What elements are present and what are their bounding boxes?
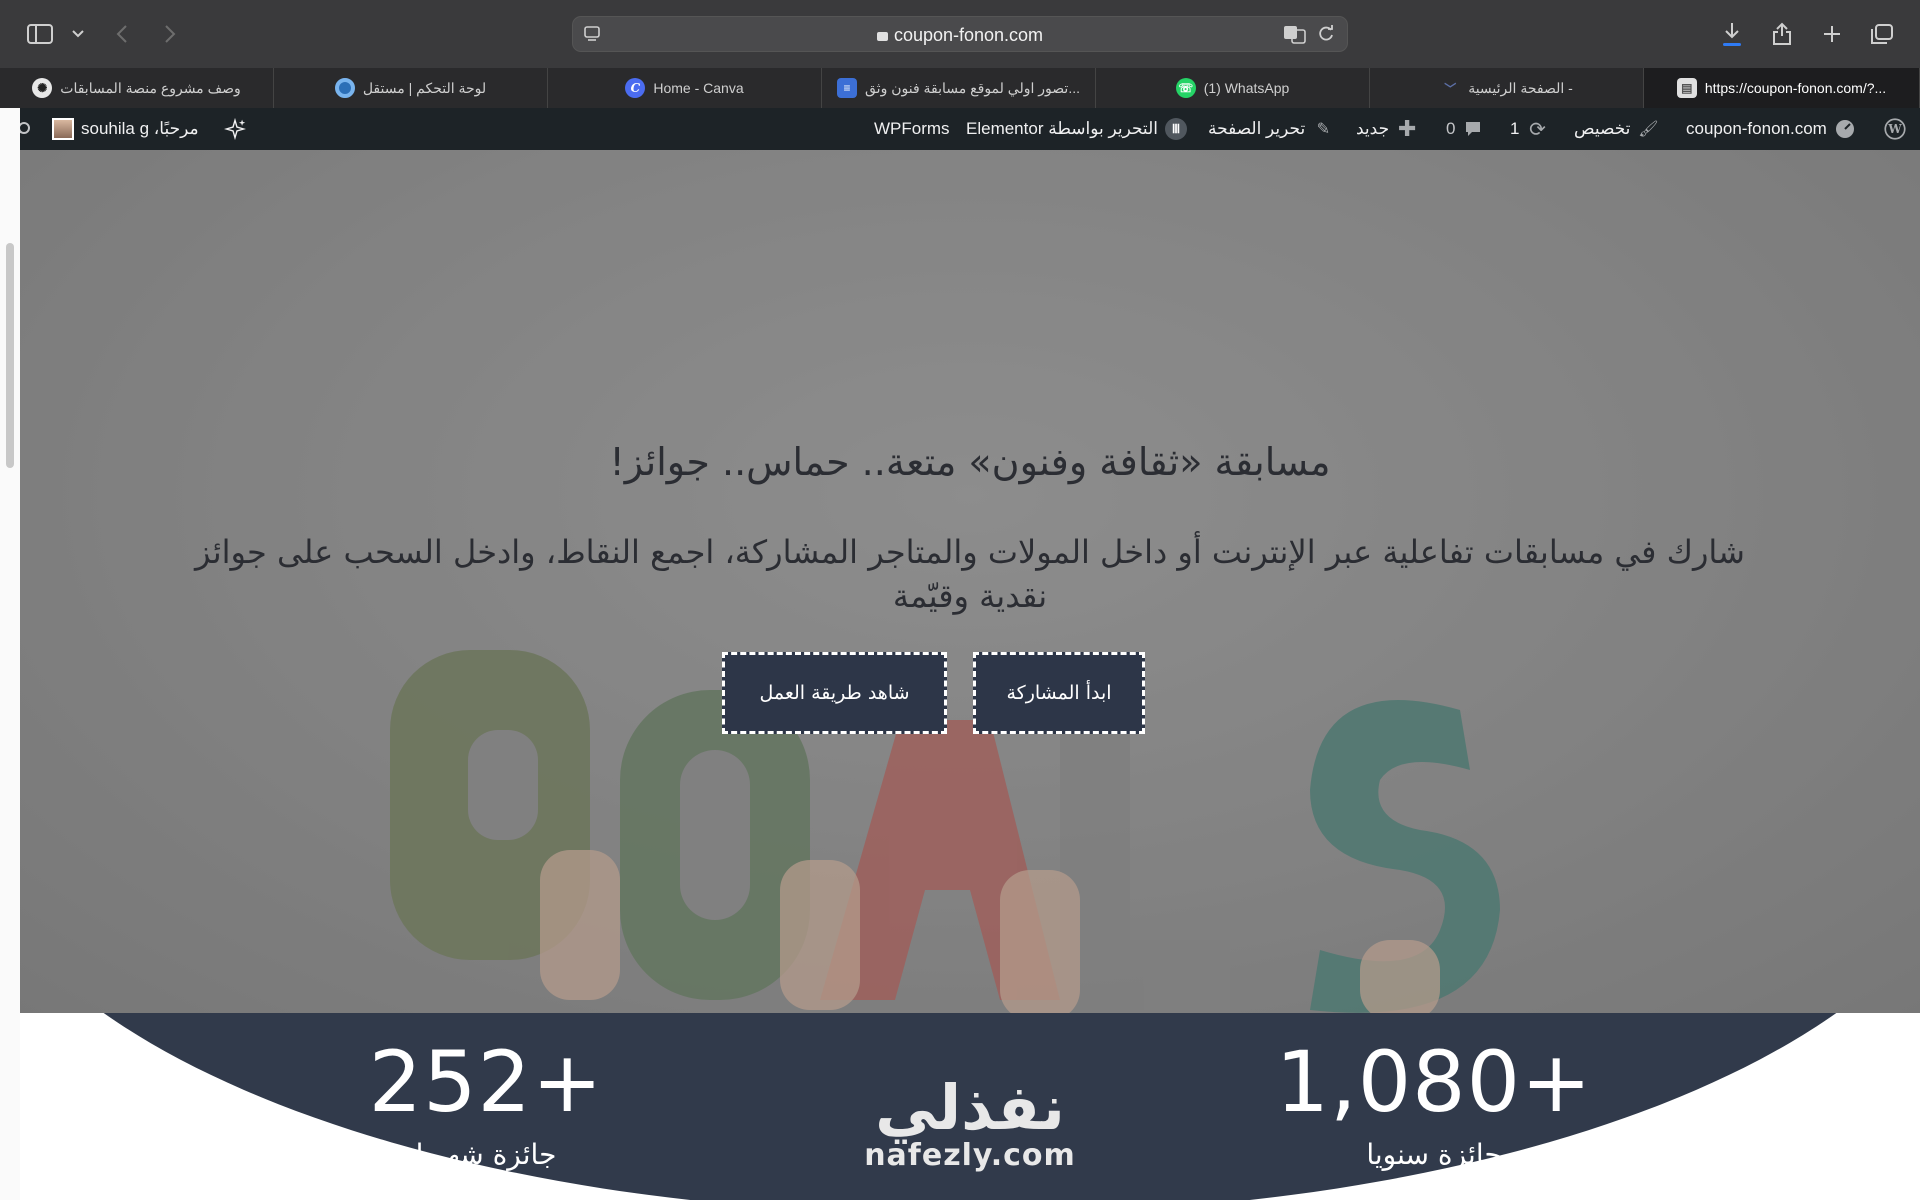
svg-text:W: W xyxy=(1887,122,1902,136)
site-name: coupon-fonon.com xyxy=(1686,119,1827,138)
wp-ai-assistant[interactable] xyxy=(224,108,246,150)
tab-overview-icon[interactable] xyxy=(1866,18,1898,50)
reload-icon[interactable] xyxy=(1317,25,1335,47)
wp-updates[interactable]: 1 ⟳ xyxy=(1510,108,1548,150)
tab-label: لوحة التحكم | مستقل xyxy=(362,79,487,96)
nafezly-logo: نفذلي nafezly.com xyxy=(840,1075,1100,1171)
share-icon[interactable] xyxy=(1766,18,1798,50)
tab-label: Home - Canva xyxy=(653,80,744,96)
hero-subtitle: شارك في مسابقات تفاعلية عبر الإنترنت أو … xyxy=(195,533,1745,615)
mostaql-icon xyxy=(334,78,355,98)
wordpress-icon: W xyxy=(1884,118,1906,140)
tab-homepage[interactable]: ﹀ الصفحة الرئيسية - xyxy=(1370,68,1644,108)
logo-english: nafezly.com xyxy=(864,1138,1076,1173)
plus-icon: ✚ xyxy=(1397,116,1417,141)
tab-active[interactable]: ▤ https://coupon-fonon.com/?... xyxy=(1644,68,1920,108)
tab-label: https://coupon-fonon.com/?... xyxy=(1704,80,1887,96)
customize-label: تخصيص xyxy=(1574,119,1631,138)
wp-new[interactable]: جديد ✚ xyxy=(1356,108,1418,150)
tab-label: وصف مشروع منصة المسابقات xyxy=(60,79,241,96)
hero-section: مسابقة «ثقافة وفنون» متعة.. حماس.. جوائز… xyxy=(20,150,1920,1013)
tab-label: (1) WhatsApp xyxy=(1203,80,1290,96)
comment-icon xyxy=(1462,118,1484,140)
new-tab-icon[interactable] xyxy=(1816,18,1848,50)
browser-toolbar: coupon-fonon.com xyxy=(0,0,1920,68)
chatgpt-icon: ✺ xyxy=(32,78,53,98)
refresh-icon: ⟳ xyxy=(1529,118,1546,141)
page-icon: ▤ xyxy=(1676,78,1697,98)
address-bar[interactable]: coupon-fonon.com xyxy=(572,16,1348,52)
new-label: جديد xyxy=(1356,119,1390,138)
wp-elementor[interactable]: التحرير بواسطة Elementor Ⅲ xyxy=(966,108,1187,150)
wp-logo[interactable]: W xyxy=(1884,108,1906,150)
wp-wpforms[interactable]: WPForms xyxy=(874,108,950,150)
tab-doc[interactable]: ≡ تصور اولي لموقع مسابقة فنون وثق... xyxy=(822,68,1096,108)
avatar xyxy=(52,118,74,140)
yearly-prizes-value: +1,080 xyxy=(1275,1033,1593,1131)
wp-account[interactable]: مرحبًا، souhila g xyxy=(52,108,199,150)
tab-label: تصور اولي لموقع مسابقة فنون وثق... xyxy=(865,79,1080,96)
forward-icon[interactable] xyxy=(154,18,186,50)
monthly-prizes-value: +252 xyxy=(368,1033,604,1131)
brush-icon: 🖌 xyxy=(1638,121,1659,138)
sparkle-icon xyxy=(224,117,246,141)
tab-mostaql[interactable]: لوحة التحكم | مستقل xyxy=(274,68,548,108)
doc-icon: ≡ xyxy=(837,78,857,98)
translate-icon[interactable] xyxy=(1283,24,1307,48)
scrollbar-thumb[interactable] xyxy=(6,243,14,468)
tab-canva[interactable]: C Home - Canva xyxy=(548,68,822,108)
tab-label: الصفحة الرئيسية - xyxy=(1468,79,1573,96)
elementor-label: التحرير بواسطة Elementor xyxy=(966,119,1158,138)
download-icon[interactable] xyxy=(1716,18,1748,50)
updates-count: 1 xyxy=(1510,119,1520,138)
canva-icon: C xyxy=(625,78,646,98)
pencil-icon: ✎ xyxy=(1316,121,1330,138)
wp-edit-page[interactable]: تحرير الصفحة ✎ xyxy=(1208,108,1334,150)
left-gutter xyxy=(0,108,20,1200)
wp-comments[interactable]: 0 xyxy=(1446,108,1484,150)
greeting-text: مرحبًا، souhila g xyxy=(81,119,199,138)
tab-chatgpt[interactable]: ✺ وصف مشروع منصة المسابقات xyxy=(0,68,274,108)
hero-title: مسابقة «ثقافة وفنون» متعة.. حماس.. جوائز… xyxy=(609,440,1331,484)
wpforms-label: WPForms xyxy=(874,119,950,138)
wp-site-name[interactable]: coupon-fonon.com xyxy=(1686,108,1856,150)
tab-bar: ✺ وصف مشروع منصة المسابقات لوحة التحكم |… xyxy=(0,68,1920,108)
yearly-prizes-label: جائزة سنويا xyxy=(1366,1138,1502,1171)
elementor-icon: Ⅲ xyxy=(1164,118,1187,140)
logo-arabic: نفذلي xyxy=(875,1071,1065,1144)
watch-how-it-works-button[interactable]: شاهد طريقة العمل xyxy=(722,652,947,734)
sidebar-toggle-icon[interactable] xyxy=(24,18,56,50)
site-icon: ﹀ xyxy=(1444,81,1457,96)
tab-whatsapp[interactable]: ☏ (1) WhatsApp xyxy=(1096,68,1370,108)
wp-customize[interactable]: تخصيص 🖌 xyxy=(1574,108,1659,150)
monthly-prizes-label: جائزة شهريا xyxy=(415,1138,557,1171)
dashboard-icon xyxy=(1834,118,1856,140)
comments-count: 0 xyxy=(1446,119,1456,138)
lock-icon xyxy=(876,32,888,41)
chevron-down-icon[interactable] xyxy=(62,18,94,50)
whatsapp-icon: ☏ xyxy=(1175,78,1196,98)
back-icon[interactable] xyxy=(106,18,138,50)
edit-page-label: تحرير الصفحة xyxy=(1208,119,1306,138)
wp-admin-bar: مرحبًا، souhila g WPForms التحرير بواسطة… xyxy=(0,108,1920,150)
stats-section: +1,080 جائزة سنويا +252 جائزة شهريا نفذل… xyxy=(20,1013,1920,1200)
start-participation-button[interactable]: ابدأ المشاركة xyxy=(973,652,1145,734)
url-text: coupon-fonon.com xyxy=(893,25,1044,45)
